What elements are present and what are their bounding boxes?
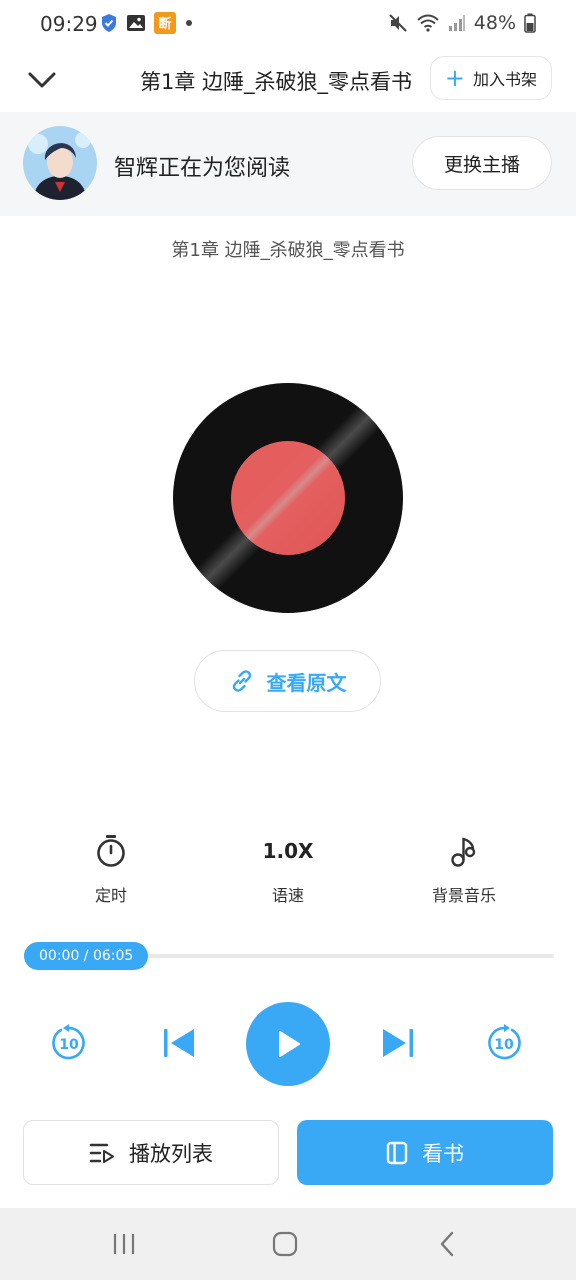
forward-10-icon: 10: [488, 1024, 521, 1060]
svg-text:断: 断: [158, 16, 171, 32]
skip-previous-icon: [164, 1029, 194, 1057]
speed-control[interactable]: 1.0X 语速: [218, 832, 358, 906]
next-chapter-button[interactable]: [378, 1023, 418, 1063]
rewind-10-button[interactable]: 10: [48, 1022, 90, 1064]
timer-icon: [97, 835, 125, 867]
mute-icon: [389, 14, 407, 32]
background-music-control[interactable]: 背景音乐: [394, 832, 534, 906]
play-icon: [279, 1031, 300, 1057]
book-icon: [386, 1141, 408, 1164]
chevron-down-icon: [28, 72, 56, 88]
add-to-bookshelf-label: 加入书架: [472, 70, 537, 89]
previous-chapter-button[interactable]: [159, 1023, 199, 1063]
playlist-label: 播放列表: [129, 1141, 213, 1166]
recent-apps-button[interactable]: [104, 1226, 144, 1262]
collapse-button[interactable]: [24, 62, 60, 98]
status-left-icons: 断: [100, 12, 194, 34]
battery-percent: 48%: [473, 12, 516, 34]
back-arrow-icon: [440, 1231, 454, 1257]
narrator-avatar: [23, 126, 97, 200]
status-right: 48%: [388, 12, 536, 34]
system-nav-bar: [0, 1208, 576, 1280]
home-icon: [272, 1231, 298, 1257]
speed-label: 语速: [271, 886, 304, 905]
progress-time[interactable]: 00:00 / 06:05: [24, 942, 149, 970]
forward-seconds: 10: [494, 1037, 514, 1053]
forward-10-button[interactable]: 10: [483, 1022, 525, 1064]
background-music-label: 背景音乐: [431, 886, 496, 905]
skip-next-icon: [383, 1029, 413, 1057]
top-bar: 第1章 边陲_杀破狼_零点看书 + 加入书架: [0, 50, 576, 110]
gallery-icon: [127, 15, 145, 31]
recent-apps-icon: [113, 1234, 135, 1254]
speed-value: 1.0X: [262, 839, 314, 863]
home-button[interactable]: [265, 1226, 305, 1262]
playlist-icon: [89, 1143, 114, 1163]
wifi-icon: [417, 14, 439, 32]
page-title: 第1章 边陲_杀破狼_零点看书: [140, 70, 413, 94]
app-icon: 断: [154, 12, 176, 34]
view-original-button[interactable]: 查看原文: [194, 650, 381, 712]
add-to-bookshelf-button[interactable]: + 加入书架: [429, 56, 552, 100]
view-original-label: 查看原文: [266, 670, 347, 695]
dot-icon: [186, 20, 192, 26]
rewind-seconds: 10: [59, 1037, 79, 1053]
timer-control[interactable]: 定时: [41, 832, 181, 906]
status-bar: 09:29 断 48%: [0, 0, 576, 48]
narrator-banner: 智辉正在为您阅读 更换主播: [0, 112, 576, 216]
playlist-button[interactable]: 播放列表: [23, 1120, 279, 1185]
chapter-title: 第1章 边陲_杀破狼_零点看书: [171, 240, 405, 261]
read-book-label: 看书: [422, 1141, 464, 1166]
status-time: 09:29: [40, 12, 98, 36]
signal-icon: [448, 15, 465, 31]
battery-icon: [524, 13, 536, 33]
timer-label: 定时: [94, 886, 127, 905]
plus-icon: +: [444, 64, 465, 92]
rewind-10-icon: 10: [52, 1024, 85, 1060]
play-button[interactable]: [246, 1002, 330, 1086]
back-button[interactable]: [427, 1226, 467, 1262]
vinyl-record: [173, 383, 403, 613]
shield-check-icon: [102, 14, 116, 32]
narrator-status: 智辉正在为您阅读: [114, 156, 291, 181]
music-note-icon: [451, 837, 476, 867]
change-narrator-button[interactable]: 更换主播: [412, 136, 552, 190]
read-book-button[interactable]: 看书: [297, 1120, 553, 1185]
link-icon: [232, 670, 251, 692]
